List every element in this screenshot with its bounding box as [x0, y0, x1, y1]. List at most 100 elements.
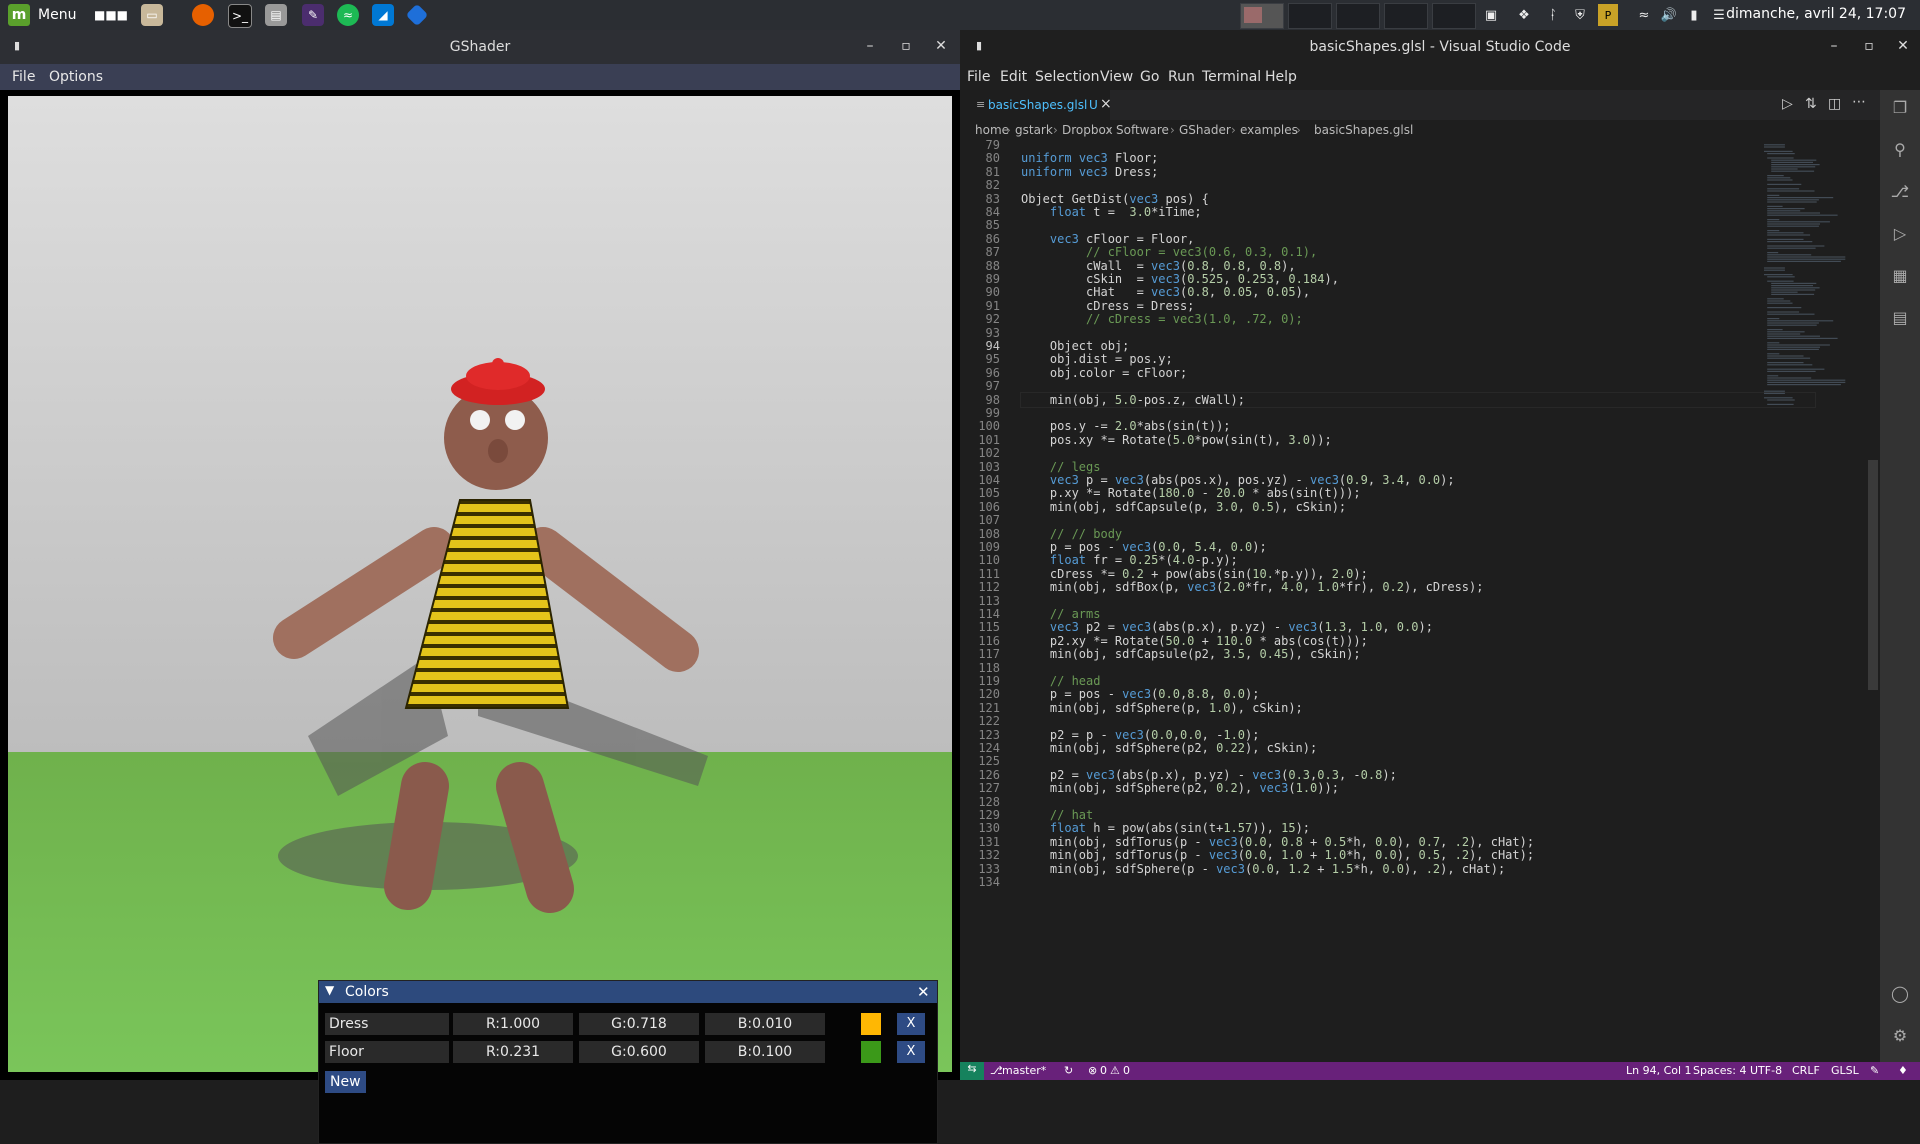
code-line[interactable]: min(obj, sdfSphere(p2, 0.22), cSkin); [1021, 741, 1317, 755]
code-line[interactable]: // cDress = vec3(1.0, .72, 0); [1021, 312, 1303, 326]
code-line[interactable]: pos.xy *= Rotate(5.0*pow(sin(t), 3.0)); [1021, 433, 1332, 447]
line-number[interactable]: 93 [960, 326, 1000, 340]
workspace-2[interactable] [1288, 3, 1332, 29]
wifi-icon[interactable]: ≈ [1634, 4, 1654, 26]
code-line[interactable]: min(obj, sdfBox(p, vec3(2.0*fr, 4.0, 1.0… [1021, 580, 1484, 594]
menu-file[interactable]: File [12, 69, 35, 85]
line-number[interactable]: 83 [960, 192, 1000, 206]
line-number[interactable]: 126 [960, 768, 1000, 782]
breadcrumb-item[interactable]: examples [1240, 123, 1298, 137]
code-line[interactable]: // hat [1021, 808, 1093, 822]
render-viewport[interactable]: ▼ Colors ✕ Dress R:1.000 G:0.718 B:0.010… [0, 90, 960, 1144]
start-menu-button[interactable]: m Menu [8, 4, 76, 26]
code-line[interactable]: p.xy *= Rotate(180.0 - 20.0 * abs(sin(t)… [1021, 486, 1361, 500]
line-number[interactable]: 92 [960, 312, 1000, 326]
line-number[interactable]: 99 [960, 406, 1000, 420]
encoding[interactable]: UTF-8 [1750, 1064, 1782, 1077]
terminal-icon[interactable]: >_ [228, 4, 252, 28]
sync-icon[interactable]: ↻ [1064, 1064, 1073, 1077]
code-line[interactable]: vec3 p = vec3(abs(pos.x), pos.yz) - vec3… [1021, 473, 1455, 487]
line-number[interactable]: 104 [960, 473, 1000, 487]
code-line[interactable]: cDress = Dress; [1021, 299, 1194, 313]
line-number[interactable]: 128 [960, 795, 1000, 809]
color-name-input[interactable]: Dress [325, 1013, 449, 1035]
line-number[interactable]: 118 [960, 661, 1000, 675]
line-number[interactable]: 112 [960, 580, 1000, 594]
color-g-slider[interactable]: G:0.600 [579, 1041, 699, 1063]
code-line[interactable]: // head [1021, 674, 1101, 688]
code-line[interactable]: vec3 cFloor = Floor, [1021, 232, 1195, 246]
code-line[interactable]: p2.xy *= Rotate(50.0 + 110.0 * abs(cos(t… [1021, 634, 1368, 648]
line-number[interactable]: 96 [960, 366, 1000, 380]
code-line[interactable]: // legs [1021, 460, 1101, 474]
line-number[interactable]: 90 [960, 285, 1000, 299]
menu-edit[interactable]: Edit [1000, 69, 1027, 85]
line-number[interactable]: 122 [960, 714, 1000, 728]
code-line[interactable]: // cFloor = vec3(0.6, 0.3, 0.1), [1021, 245, 1317, 259]
spotify-icon[interactable]: ≈ [337, 4, 359, 26]
menu-run[interactable]: Run [1168, 69, 1195, 85]
volume-icon[interactable]: 🔊 [1659, 4, 1679, 26]
breadcrumb-item[interactable]: gstark [1015, 123, 1053, 137]
color-swatch[interactable] [861, 1013, 881, 1035]
line-number[interactable]: 108 [960, 527, 1000, 541]
code-line[interactable]: Object GetDist(vec3 pos) { [1021, 192, 1209, 206]
firefox-icon[interactable] [192, 4, 214, 26]
minimize-icon[interactable]: – [862, 38, 878, 54]
line-number[interactable]: 132 [960, 848, 1000, 862]
line-number[interactable]: 97 [960, 379, 1000, 393]
menu-file[interactable]: File [967, 69, 990, 85]
code-line[interactable]: float t = 3.0*iTime; [1021, 205, 1202, 219]
line-number[interactable]: 101 [960, 433, 1000, 447]
breadcrumb-item[interactable]: Dropbox [1062, 123, 1113, 137]
apps-icon[interactable]: ■■■ [94, 4, 128, 26]
remote-explorer-icon[interactable]: ▤ [1889, 308, 1911, 330]
gshader-titlebar[interactable]: ▮ GShader – ▫ ✕ [0, 30, 960, 64]
breadcrumb-item[interactable]: GShader [1179, 123, 1231, 137]
code-line[interactable]: obj.dist = pos.y; [1021, 352, 1173, 366]
dropbox-icon[interactable]: ❖ [1514, 4, 1534, 26]
git-branch[interactable]: master* [1002, 1064, 1046, 1077]
menu-go[interactable]: Go [1140, 69, 1159, 85]
line-number[interactable]: 85 [960, 218, 1000, 232]
line-number[interactable]: 88 [960, 259, 1000, 273]
search-icon[interactable]: ⚲ [1889, 140, 1911, 162]
color-b-slider[interactable]: B:0.010 [705, 1013, 825, 1035]
breadcrumb-item[interactable]: basicShapes.glsl [1314, 123, 1413, 137]
disks-icon[interactable]: ▤ [265, 4, 287, 26]
line-number[interactable]: 80 [960, 151, 1000, 165]
menu-options[interactable]: Options [49, 69, 103, 85]
menu-terminal[interactable]: Terminal [1202, 69, 1261, 85]
account-icon[interactable]: ◯ [1889, 984, 1911, 1006]
color-b-slider[interactable]: B:0.100 [705, 1041, 825, 1063]
line-number[interactable]: 106 [960, 500, 1000, 514]
code-line[interactable]: p = pos - vec3(0.0, 5.4, 0.0); [1021, 540, 1267, 554]
vscode-icon[interactable]: ◢ [372, 4, 394, 26]
code-line[interactable]: cWall = vec3(0.8, 0.8, 0.8), [1021, 259, 1296, 273]
battery-icon[interactable]: ▮ [1684, 4, 1704, 26]
line-number[interactable]: 109 [960, 540, 1000, 554]
line-number[interactable]: 111 [960, 567, 1000, 581]
menu-help[interactable]: Help [1265, 69, 1297, 85]
line-number[interactable]: 102 [960, 446, 1000, 460]
code-line[interactable]: pos.y -= 2.0*abs(sin(t)); [1021, 419, 1231, 433]
remove-color-button[interactable]: X [897, 1013, 925, 1035]
line-number[interactable]: 89 [960, 272, 1000, 286]
clipboard-icon[interactable]: P [1598, 4, 1618, 26]
source-control-icon[interactable]: ⎇ [1889, 182, 1911, 204]
code-line[interactable]: min(obj, sdfCapsule(p2, 3.5, 0.45), cSki… [1021, 647, 1361, 661]
line-number[interactable]: 134 [960, 875, 1000, 889]
code-line[interactable]: vec3 p2 = vec3(abs(p.x), p.yz) - vec3(1.… [1021, 620, 1433, 634]
code-line[interactable]: min(obj, sdfSphere(p, 1.0), cSkin); [1021, 701, 1303, 715]
line-number[interactable]: 115 [960, 620, 1000, 634]
line-number[interactable]: 86 [960, 232, 1000, 246]
close-icon[interactable]: ✕ [1895, 38, 1911, 54]
line-number[interactable]: 110 [960, 553, 1000, 567]
line-number[interactable]: 114 [960, 607, 1000, 621]
run-icon[interactable]: ▷ [1782, 96, 1793, 112]
line-number[interactable]: 94 [960, 339, 1000, 353]
problems-count[interactable]: 0 [1100, 1064, 1107, 1077]
run-debug-icon[interactable]: ▷ [1889, 224, 1911, 246]
line-number[interactable]: 81 [960, 165, 1000, 179]
line-number[interactable]: 127 [960, 781, 1000, 795]
